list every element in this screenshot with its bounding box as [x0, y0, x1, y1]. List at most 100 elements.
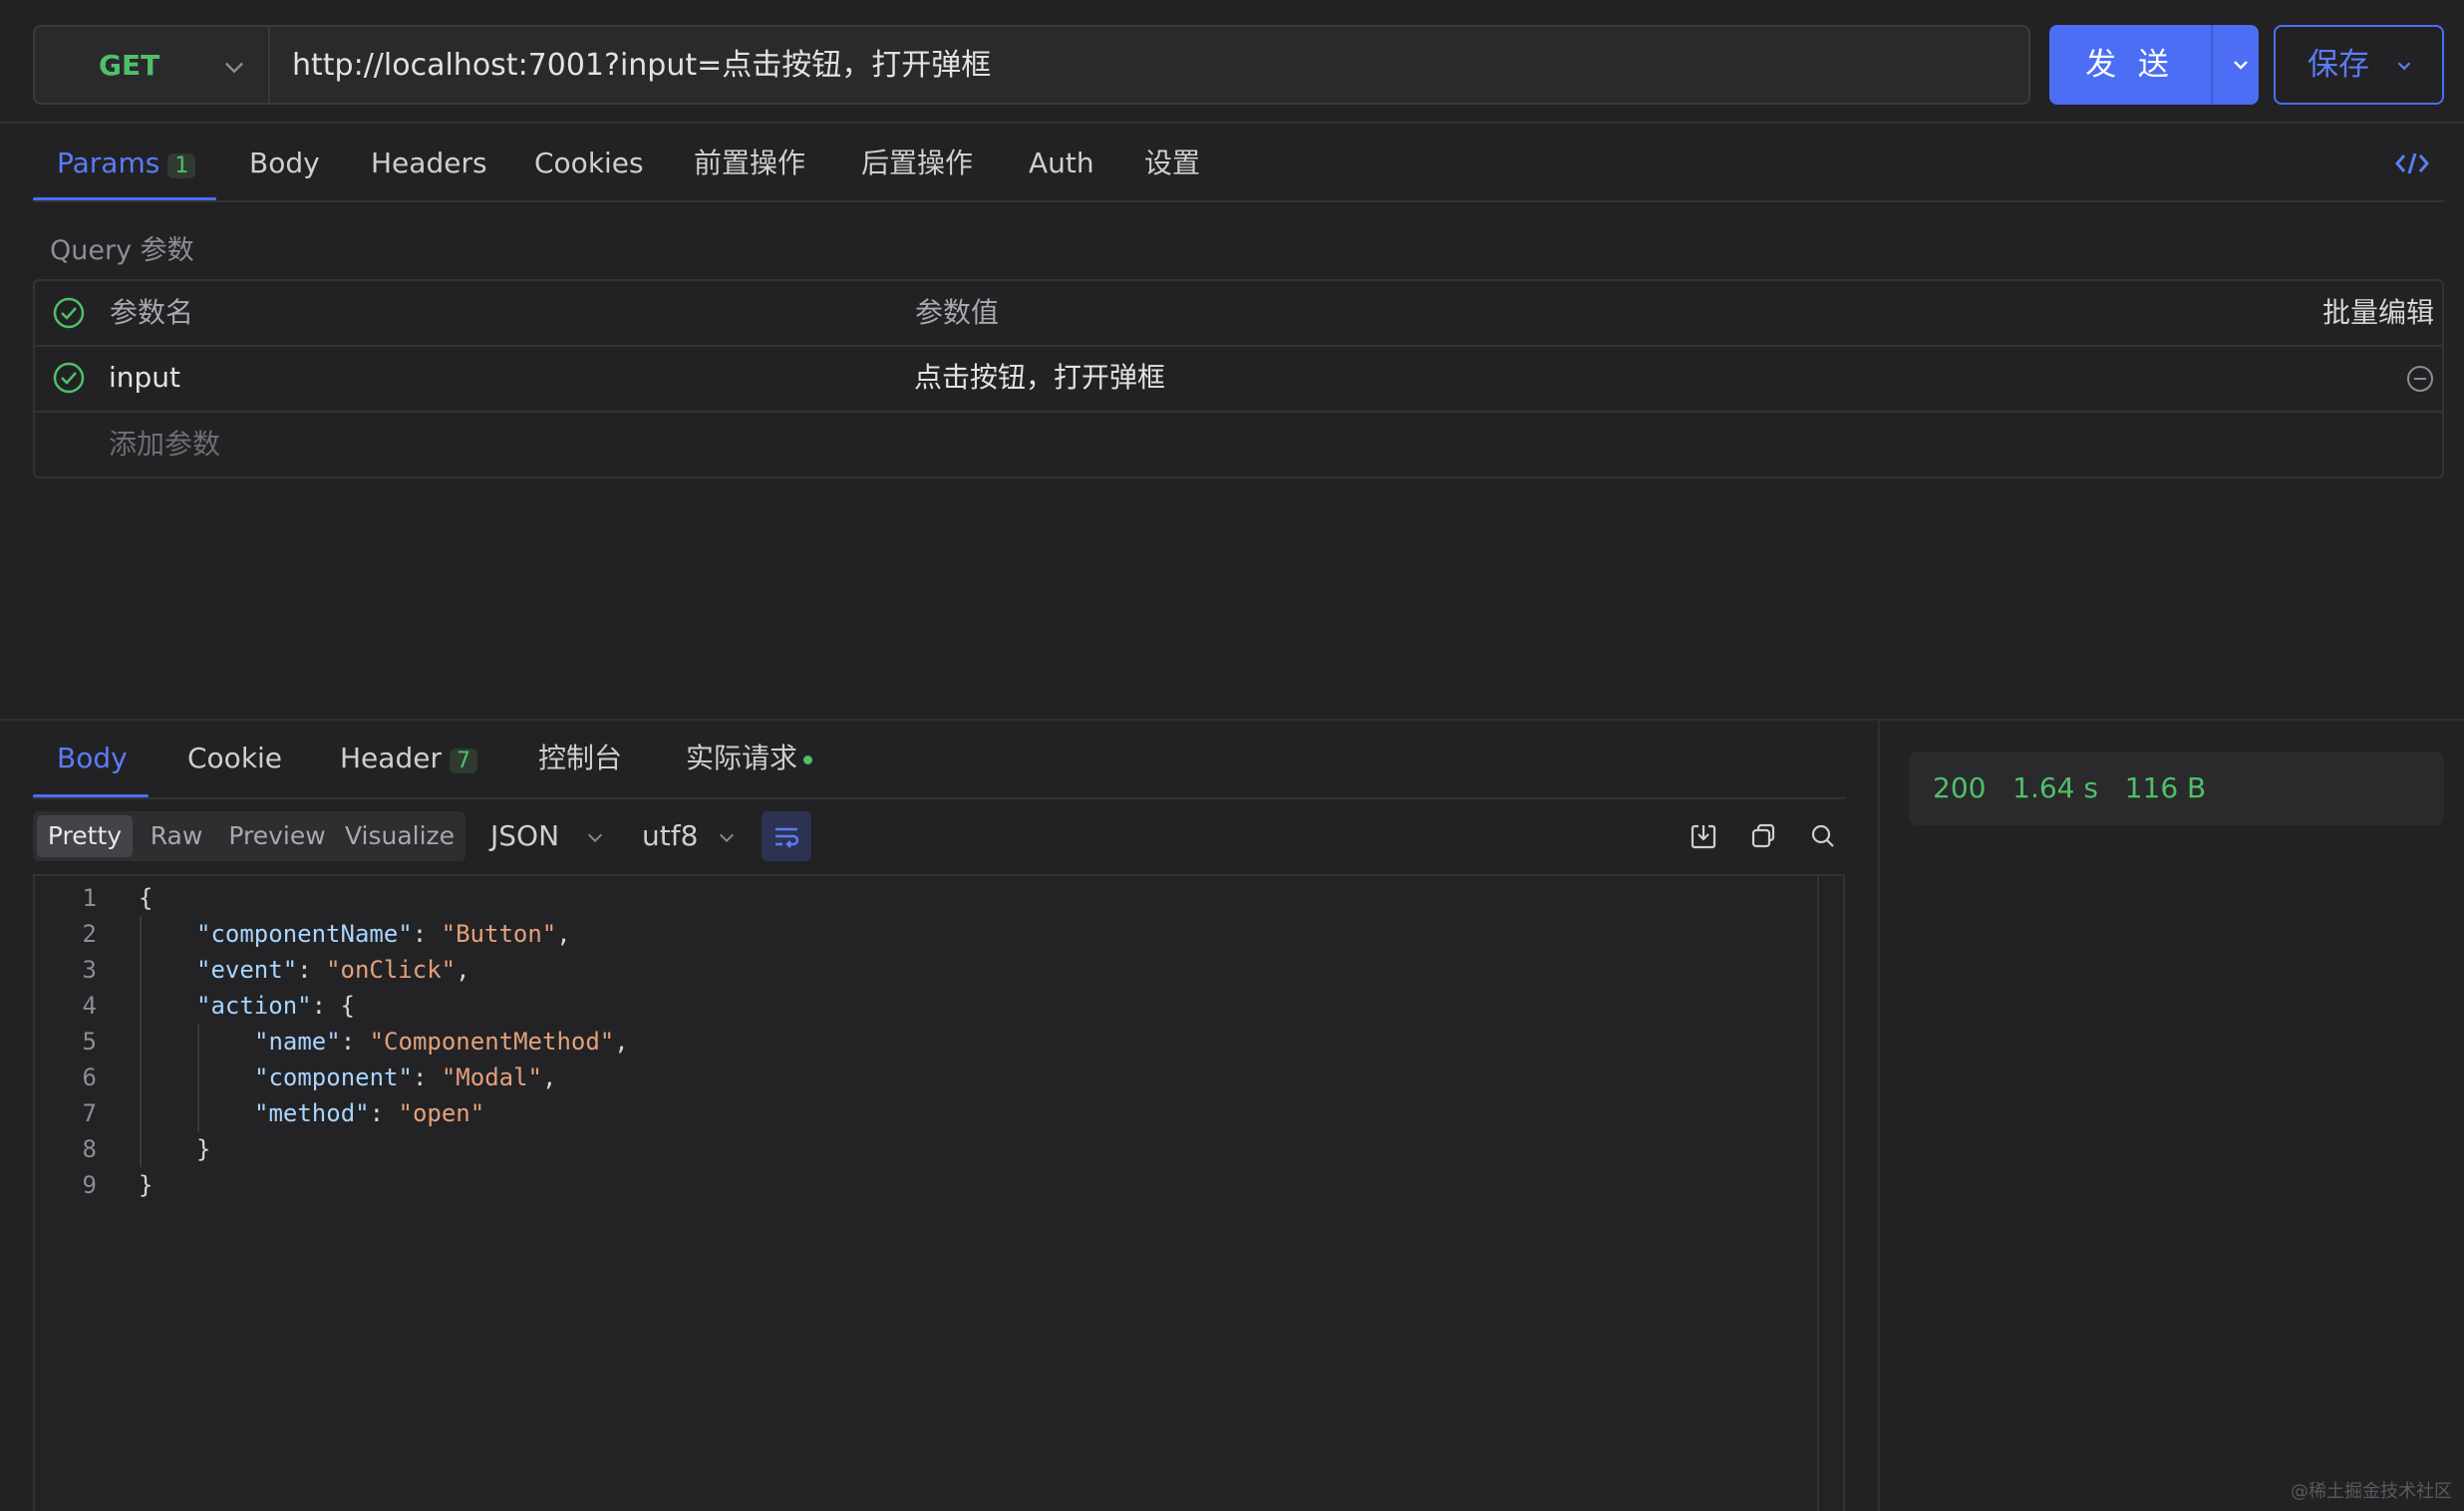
response-tab-actual-request-label: 实际请求: [686, 742, 798, 774]
code-line: {: [139, 884, 154, 912]
code-line: }: [139, 1171, 154, 1199]
json-string: "onClick": [326, 956, 457, 984]
wrap-lines-icon: [775, 827, 799, 848]
row-enabled-checkbox-icon[interactable]: [52, 361, 86, 395]
line-number: 2: [82, 920, 97, 948]
line-number: 1: [82, 884, 97, 912]
panel-splitter[interactable]: [0, 719, 2464, 721]
response-tab-actual-request[interactable]: 实际请求: [686, 739, 813, 778]
tab-post-request[interactable]: 后置操作: [861, 144, 973, 183]
tab-pre-request[interactable]: 前置操作: [694, 144, 805, 183]
tab-settings[interactable]: 设置: [1144, 144, 1200, 183]
view-mode-toggle: Pretty Raw Preview Visualize: [33, 811, 465, 861]
header-count-badge: 7: [449, 749, 477, 773]
url-text: http://localhost:7001?input=点击按钮，打开弹框: [292, 48, 992, 83]
save-label: 保存: [2308, 47, 2369, 83]
json-key: "componentName": [196, 920, 413, 948]
view-visualize-button[interactable]: Visualize: [338, 815, 462, 857]
watermark: @稀土掘金技术社区: [2291, 1481, 2452, 1502]
code-line: "componentName": "Button",: [196, 920, 571, 948]
response-tab-body[interactable]: Body: [57, 739, 128, 778]
status-summary: 200 1.64 s 116 B: [1933, 752, 2206, 825]
json-string: "ComponentMethod": [369, 1028, 615, 1056]
code-line: "event": "onClick",: [196, 956, 470, 984]
tab-body[interactable]: Body: [249, 144, 320, 183]
json-key: "action": [196, 992, 312, 1020]
tab-auth[interactable]: Auth: [1029, 144, 1094, 183]
url-input[interactable]: http://localhost:7001?input=点击按钮，打开弹框: [268, 25, 2030, 105]
divider: [33, 200, 2444, 202]
send-divider: [2211, 25, 2213, 105]
tab-cookies[interactable]: Cookies: [534, 144, 644, 183]
format-label: JSON: [490, 819, 560, 852]
indent-guide: [140, 916, 142, 1167]
code-line: "method": "open": [254, 1099, 485, 1127]
row-divider: [35, 411, 2442, 413]
status-code: 200: [1933, 771, 1987, 804]
add-param-input[interactable]: 添加参数: [109, 425, 220, 464]
row-divider: [35, 345, 2442, 347]
param-name-input[interactable]: input: [109, 358, 180, 398]
send-label: 发 送: [2085, 47, 2175, 83]
json-key: "name": [254, 1028, 341, 1056]
tab-headers[interactable]: Headers: [371, 144, 487, 183]
line-number: 4: [82, 992, 97, 1020]
view-preview-button[interactable]: Preview: [220, 815, 334, 857]
method-label: GET: [99, 49, 160, 82]
search-icon[interactable]: [1808, 821, 1838, 851]
word-wrap-toggle[interactable]: [762, 811, 811, 861]
params-table: 参数名 参数值 批量编辑 input 点击按钮，打开弹框 添加参数: [33, 279, 2444, 478]
code-line: }: [196, 1135, 211, 1163]
line-number: 9: [82, 1171, 97, 1199]
format-select[interactable]: JSON: [490, 816, 603, 856]
method-select[interactable]: GET: [33, 25, 270, 105]
response-status-bar: 200 1.64 s 116 B: [1909, 752, 2444, 825]
send-button[interactable]: 发 送: [2049, 25, 2259, 105]
code-line: "name": "ComponentMethod",: [254, 1028, 629, 1056]
chevron-down-icon: [2397, 62, 2411, 71]
json-key: "event": [196, 956, 298, 984]
copy-icon[interactable]: [1748, 821, 1778, 851]
response-tab-cookie[interactable]: Cookie: [187, 739, 282, 778]
code-line: "component": "Modal",: [254, 1063, 557, 1091]
bulk-edit-button[interactable]: 批量编辑: [2322, 293, 2434, 333]
line-number: 7: [82, 1099, 97, 1127]
view-raw-button[interactable]: Raw: [137, 815, 216, 857]
save-button[interactable]: 保存: [2274, 25, 2444, 105]
select-all-checkbox-icon[interactable]: [52, 296, 86, 330]
response-tab-header-label: Header: [340, 742, 442, 774]
download-icon[interactable]: [1689, 821, 1718, 851]
encoding-label: utf8: [642, 819, 699, 852]
panel-splitter-vertical[interactable]: [1878, 721, 1880, 1511]
divider: [0, 122, 2464, 124]
line-number: 6: [82, 1063, 97, 1091]
response-time: 1.64 s: [2012, 771, 2098, 804]
response-tab-header[interactable]: Header 7: [340, 739, 477, 781]
json-key: "component": [254, 1063, 413, 1091]
params-count-badge: 1: [167, 153, 196, 178]
response-tab-console[interactable]: 控制台: [538, 739, 622, 778]
query-params-title: Query 参数: [50, 235, 194, 266]
encoding-select[interactable]: utf8: [642, 816, 735, 856]
line-number: 3: [82, 956, 97, 984]
param-value-input[interactable]: 点击按钮，打开弹框: [914, 358, 1165, 398]
code-icon[interactable]: [2394, 150, 2430, 177]
send-options-chevron-icon[interactable]: [2229, 53, 2253, 77]
json-punct: : {: [311, 992, 355, 1020]
editor-scrollbar-track[interactable]: [1817, 876, 1819, 1511]
chevron-down-icon: [225, 62, 243, 74]
code-line: "action": {: [196, 988, 355, 1024]
remove-param-icon[interactable]: [2405, 364, 2435, 394]
json-string: "Button": [441, 920, 557, 948]
json-key: "method": [254, 1099, 370, 1127]
chevron-down-icon: [587, 833, 603, 842]
response-size: 116 B: [2124, 771, 2207, 804]
tab-params-label: Params: [57, 147, 160, 179]
column-header-value: 参数值: [915, 296, 1000, 329]
line-number: 5: [82, 1028, 97, 1056]
view-pretty-button[interactable]: Pretty: [37, 815, 133, 857]
tab-params[interactable]: Params 1: [57, 144, 196, 186]
chevron-down-icon: [719, 833, 735, 842]
response-body-editor[interactable]: 1 2 3 4 5 6 7 8 9 { "componentName": "Bu…: [33, 874, 1845, 1511]
indent-guide: [197, 1024, 199, 1131]
